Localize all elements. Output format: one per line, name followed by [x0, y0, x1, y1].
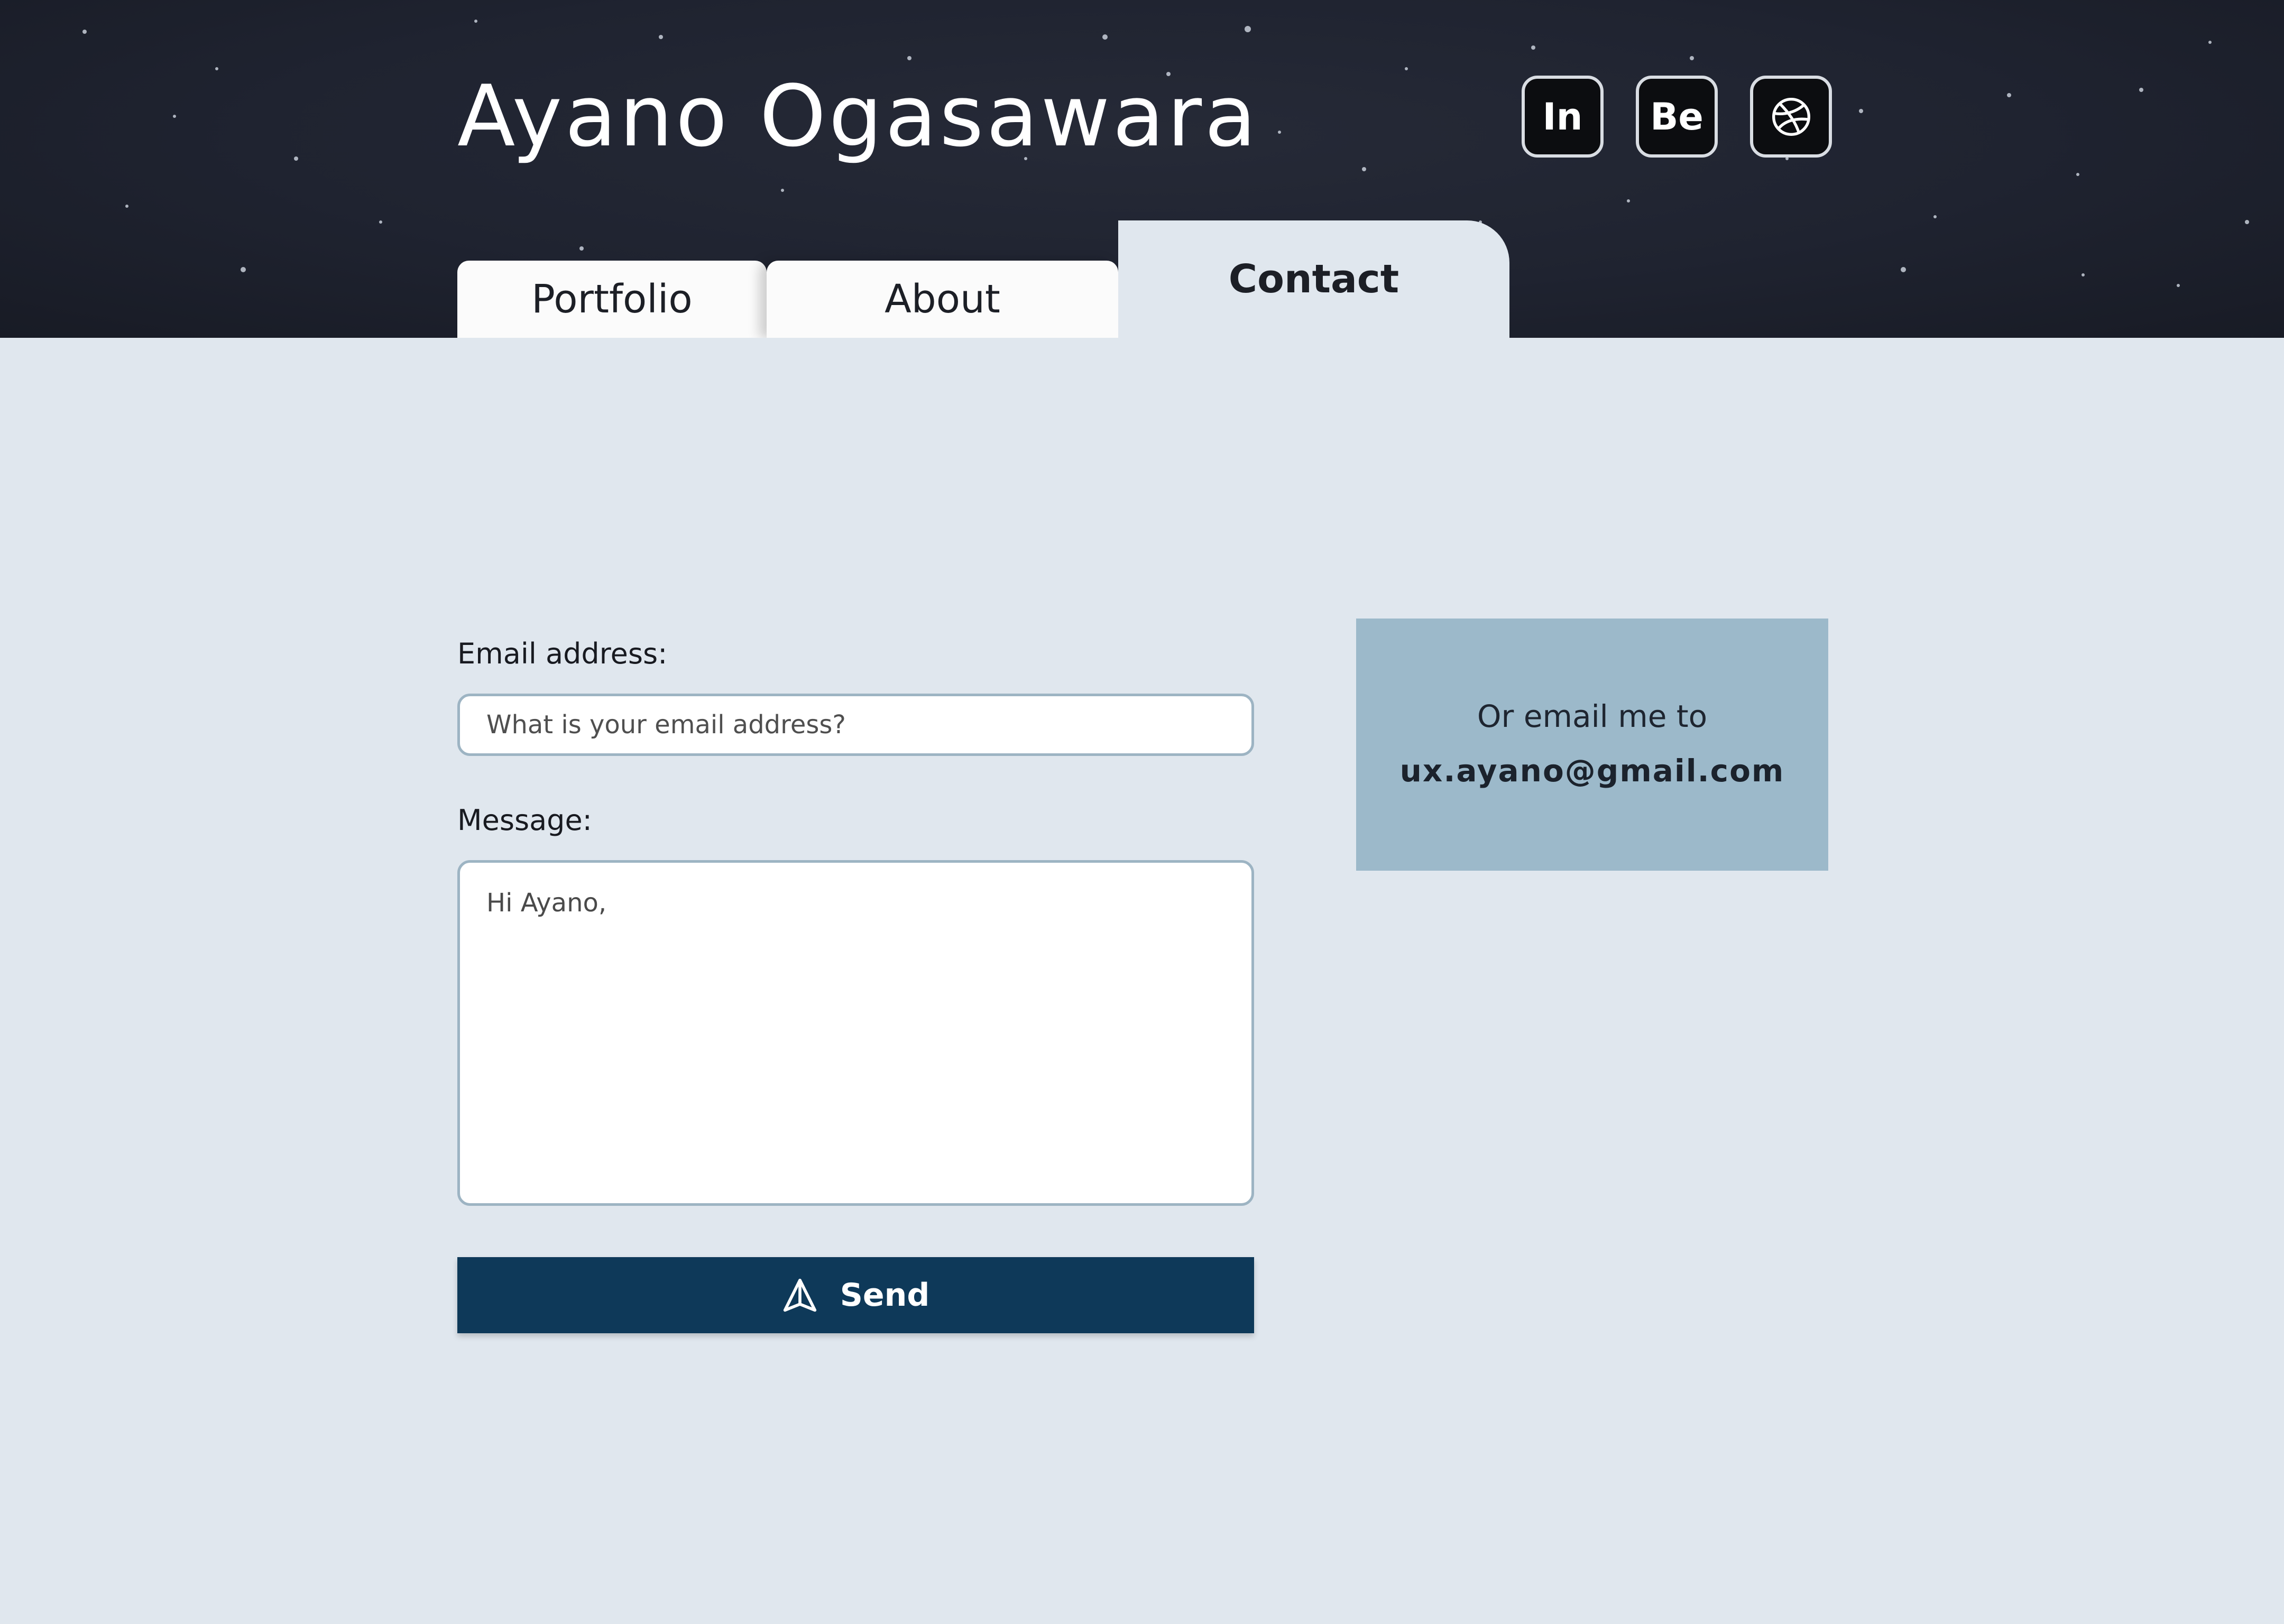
send-label: Send [840, 1277, 930, 1314]
dribbble-icon [1772, 97, 1810, 136]
tab-contact[interactable]: Contact [1118, 220, 1509, 338]
dribbble-button[interactable] [1750, 76, 1832, 158]
tab-portfolio[interactable]: Portfolio [457, 261, 767, 338]
message-label: Message: [457, 804, 592, 837]
tab-about[interactable]: About [767, 261, 1118, 338]
direct-email-box: Or email me to ux.ayano@gmail.com [1356, 619, 1828, 871]
email-address-link[interactable]: ux.ayano@gmail.com [1400, 744, 1785, 797]
send-button[interactable]: Send [457, 1257, 1254, 1333]
linkedin-icon: In [1542, 95, 1583, 139]
message-textarea[interactable]: Hi Ayano, [457, 860, 1254, 1206]
email-label: Email address: [457, 637, 668, 670]
behance-button[interactable]: Be [1636, 76, 1718, 158]
email-prompt-text: Or email me to [1477, 698, 1708, 734]
site-title: Ayano Ogasawara [457, 67, 1259, 165]
page-header: Ayano Ogasawara In Be Portfolio About Co… [0, 0, 2284, 338]
linkedin-button[interactable]: In [1522, 76, 1604, 158]
email-input[interactable] [457, 694, 1254, 756]
behance-icon: Be [1650, 95, 1703, 139]
paper-plane-icon [783, 1278, 816, 1312]
